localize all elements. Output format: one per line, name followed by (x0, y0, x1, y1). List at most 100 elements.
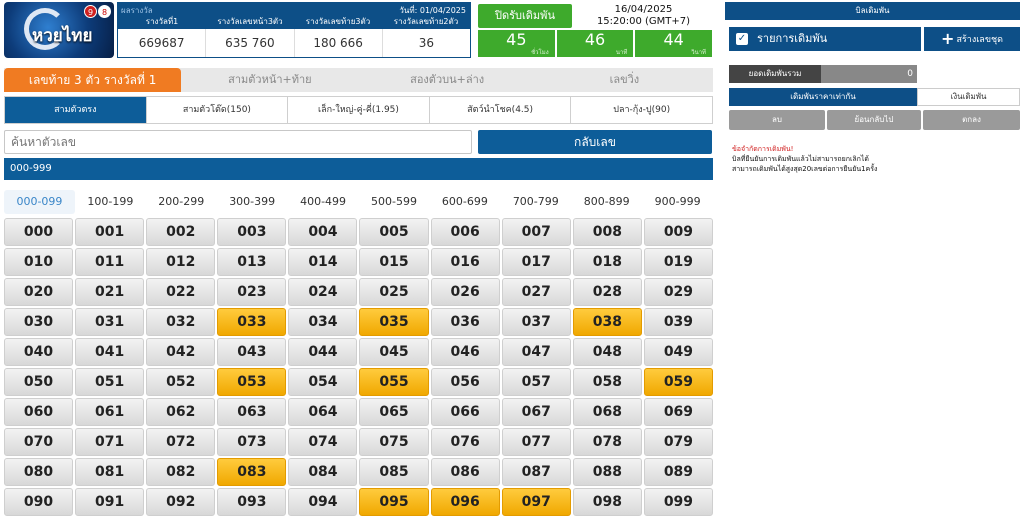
number-cell[interactable]: 060 (4, 398, 74, 426)
number-cell[interactable]: 089 (643, 458, 713, 486)
number-cell[interactable]: 079 (643, 428, 713, 456)
number-cell[interactable]: 013 (217, 248, 287, 276)
undo-button[interactable]: ย้อนกลับไป (827, 110, 921, 130)
number-cell[interactable]: 074 (288, 428, 358, 456)
number-cell[interactable]: 048 (572, 338, 642, 366)
range-tab[interactable]: 600-699 (429, 190, 500, 214)
number-cell[interactable]: 039 (643, 308, 713, 336)
number-cell[interactable]: 034 (288, 308, 358, 336)
number-cell[interactable]: 042 (146, 338, 216, 366)
number-cell[interactable]: 027 (501, 278, 571, 306)
number-cell[interactable]: 063 (217, 398, 287, 426)
number-cell[interactable]: 076 (430, 428, 500, 456)
number-cell-selected[interactable]: 033 (217, 308, 287, 336)
clear-button[interactable]: ลบ (729, 110, 825, 130)
range-tab[interactable]: 200-299 (146, 190, 217, 214)
number-cell[interactable]: 058 (572, 368, 642, 396)
number-cell[interactable]: 073 (217, 428, 287, 456)
equal-price-toggle[interactable]: เดิมพันราคาเท่ากัน (729, 88, 917, 106)
number-cell[interactable]: 086 (430, 458, 500, 486)
number-cell[interactable]: 081 (75, 458, 145, 486)
subtab-lucky-animal[interactable]: สัตว์นำโชค(4.5) (429, 97, 572, 123)
number-cell[interactable]: 087 (501, 458, 571, 486)
number-cell-selected[interactable]: 059 (643, 368, 713, 396)
number-cell[interactable]: 085 (359, 458, 429, 486)
number-cell[interactable]: 047 (501, 338, 571, 366)
number-cell[interactable]: 041 (75, 338, 145, 366)
number-cell[interactable]: 071 (75, 428, 145, 456)
number-cell[interactable]: 022 (146, 278, 216, 306)
number-cell[interactable]: 093 (217, 488, 287, 516)
number-cell[interactable]: 026 (430, 278, 500, 306)
number-cell[interactable]: 014 (288, 248, 358, 276)
subtab-3-tote[interactable]: สามตัวโต๊ด(150) (146, 97, 289, 123)
number-cell[interactable]: 098 (572, 488, 642, 516)
number-cell[interactable]: 075 (359, 428, 429, 456)
number-cell[interactable]: 021 (75, 278, 145, 306)
number-cell[interactable]: 018 (572, 248, 642, 276)
number-cell[interactable]: 032 (146, 308, 216, 336)
number-cell[interactable]: 024 (288, 278, 358, 306)
number-cell[interactable]: 062 (146, 398, 216, 426)
number-cell[interactable]: 011 (75, 248, 145, 276)
number-cell[interactable]: 067 (501, 398, 571, 426)
tab-last-3-first-prize[interactable]: เลขท้าย 3 ตัว รางวัลที่ 1 (4, 68, 182, 92)
number-cell[interactable]: 091 (75, 488, 145, 516)
number-cell[interactable]: 016 (430, 248, 500, 276)
number-cell[interactable]: 029 (643, 278, 713, 306)
tab-3-front-back[interactable]: สามตัวหน้า+ท้าย (181, 68, 358, 92)
bet-list-button[interactable]: ✓ รายการเดิมพัน (729, 27, 921, 51)
number-cell[interactable]: 040 (4, 338, 74, 366)
range-tab[interactable]: 900-999 (642, 190, 713, 214)
number-cell[interactable]: 061 (75, 398, 145, 426)
number-cell[interactable]: 094 (288, 488, 358, 516)
bet-amount-toggle[interactable]: เงินเดิมพัน (917, 88, 1020, 106)
number-cell[interactable]: 023 (217, 278, 287, 306)
number-cell[interactable]: 056 (430, 368, 500, 396)
number-cell[interactable]: 064 (288, 398, 358, 426)
number-cell-selected[interactable]: 038 (572, 308, 642, 336)
range-tab[interactable]: 500-599 (359, 190, 430, 214)
number-cell[interactable]: 005 (359, 218, 429, 246)
number-cell[interactable]: 092 (146, 488, 216, 516)
number-cell[interactable]: 025 (359, 278, 429, 306)
number-cell[interactable]: 019 (643, 248, 713, 276)
number-cell[interactable]: 015 (359, 248, 429, 276)
number-cell[interactable]: 077 (501, 428, 571, 456)
number-cell[interactable]: 006 (430, 218, 500, 246)
number-cell-selected[interactable]: 083 (217, 458, 287, 486)
number-cell[interactable]: 068 (572, 398, 642, 426)
number-cell[interactable]: 051 (75, 368, 145, 396)
number-cell[interactable]: 054 (288, 368, 358, 396)
number-cell-selected[interactable]: 053 (217, 368, 287, 396)
number-cell[interactable]: 066 (430, 398, 500, 426)
number-cell[interactable]: 036 (430, 308, 500, 336)
number-cell[interactable]: 010 (4, 248, 74, 276)
number-cell[interactable]: 099 (643, 488, 713, 516)
number-cell[interactable]: 072 (146, 428, 216, 456)
number-cell[interactable]: 012 (146, 248, 216, 276)
number-cell[interactable]: 045 (359, 338, 429, 366)
number-cell[interactable]: 003 (217, 218, 287, 246)
number-cell[interactable]: 002 (146, 218, 216, 246)
range-tab[interactable]: 000-099 (4, 190, 75, 214)
number-cell[interactable]: 078 (572, 428, 642, 456)
number-cell[interactable]: 008 (572, 218, 642, 246)
number-cell[interactable]: 082 (146, 458, 216, 486)
number-cell[interactable]: 069 (643, 398, 713, 426)
number-cell[interactable]: 084 (288, 458, 358, 486)
number-cell[interactable]: 017 (501, 248, 571, 276)
range-tab[interactable]: 400-499 (288, 190, 359, 214)
number-cell[interactable]: 020 (4, 278, 74, 306)
number-cell-selected[interactable]: 055 (359, 368, 429, 396)
number-cell[interactable]: 001 (75, 218, 145, 246)
subtab-small-big-even-odd[interactable]: เล็ก-ใหญ่-คู่-คี่(1.95) (288, 97, 430, 123)
number-cell[interactable]: 052 (146, 368, 216, 396)
subtab-fish-shrimp-crab[interactable]: ปลา-กุ้ง-ปู(90) (571, 97, 712, 123)
number-cell[interactable]: 046 (430, 338, 500, 366)
reverse-number-button[interactable]: กลับเลข (478, 130, 712, 154)
number-cell[interactable]: 030 (4, 308, 74, 336)
number-cell[interactable]: 031 (75, 308, 145, 336)
create-number-set-button[interactable]: + สร้างเลขชุด (924, 27, 1020, 51)
number-cell[interactable]: 070 (4, 428, 74, 456)
